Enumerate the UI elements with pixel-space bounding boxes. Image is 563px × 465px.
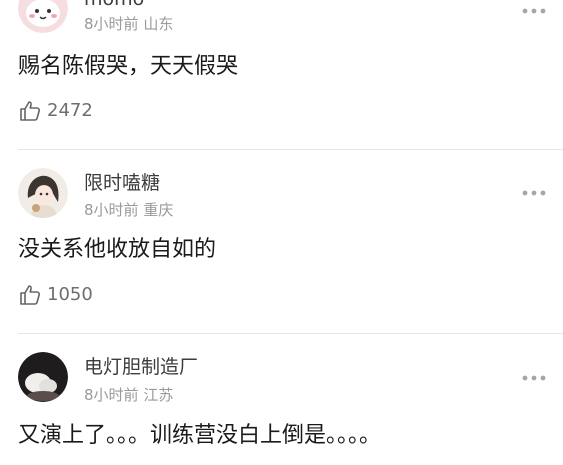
comment-meta: 8小时前 山东 [84,15,173,33]
comment-location: 重庆 [143,201,174,219]
like-button[interactable]: 2472 [18,97,93,125]
username[interactable]: 限时嗑糖 [84,172,160,194]
comment-time: 8小时前 [84,15,139,33]
divider [18,149,563,150]
white-figure-dark-avatar-icon [18,352,68,402]
comment-text: 没关系他收放自如的 [18,237,217,262]
illustrated-girl-avatar-icon [18,168,68,218]
comment-text: 又演上了。。。训练营没白上倒是。。。。 [18,423,382,448]
thumbs-up-icon [20,101,41,121]
user-avatar[interactable] [18,0,68,33]
like-count: 1050 [47,284,93,305]
more-options-icon[interactable] [520,373,548,383]
username[interactable]: momo [84,0,144,10]
thumbs-up-icon [20,285,41,305]
more-options-icon[interactable] [520,188,548,198]
username[interactable]: 电灯胆制造厂 [84,356,198,378]
comment-location: 江苏 [143,386,174,404]
like-count: 2472 [47,100,93,121]
comment-text: 赐名陈假哭，天天假哭 [18,54,239,79]
cartoon-face-avatar-icon [18,0,68,33]
divider [18,333,563,334]
comment-meta: 8小时前 江苏 [84,386,173,404]
user-avatar[interactable] [18,352,68,402]
comment-time: 8小时前 [84,386,139,404]
like-button[interactable]: 1050 [18,281,93,309]
more-options-icon[interactable] [520,6,548,16]
comment-time: 8小时前 [84,201,139,219]
user-avatar[interactable] [18,168,68,218]
comment-location: 山东 [143,15,174,33]
comment-meta: 8小时前 重庆 [84,201,173,219]
